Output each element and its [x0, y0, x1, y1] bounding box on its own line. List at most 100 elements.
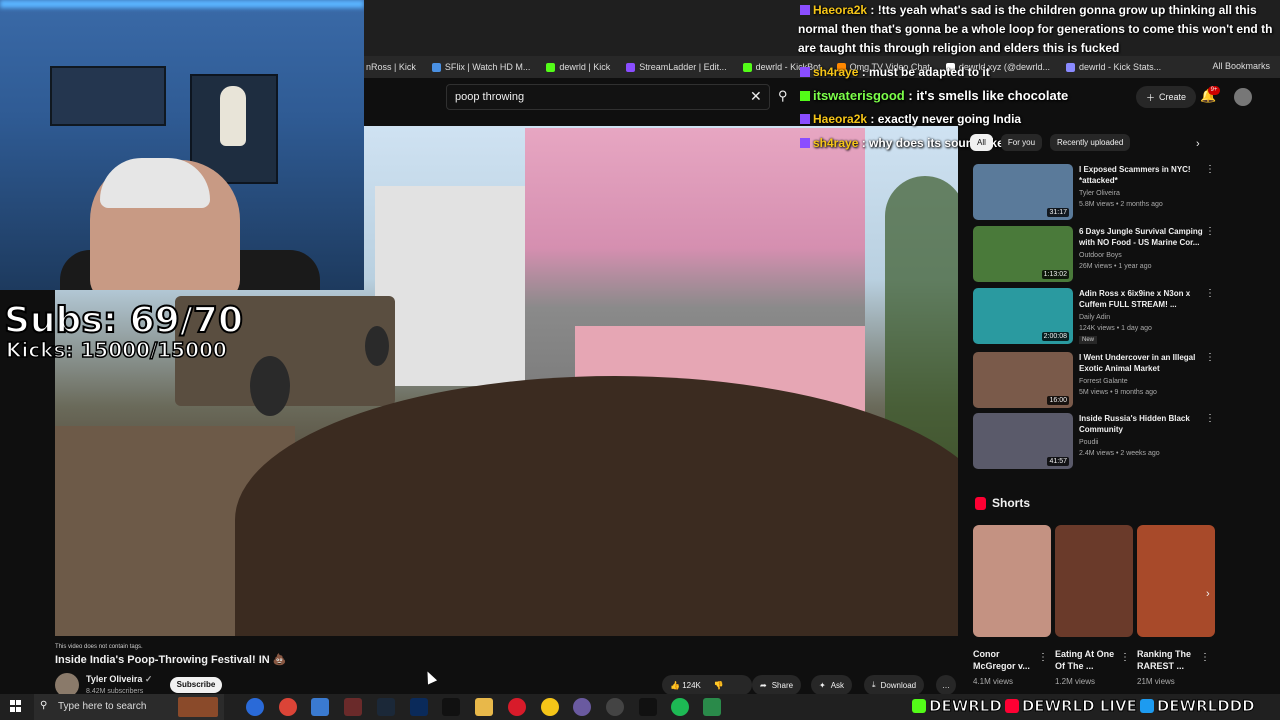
short-title[interactable]: Eating At One Of The ... — [1055, 648, 1119, 672]
create-button[interactable]: ＋ Create — [1136, 86, 1197, 108]
video-scene-wheel — [250, 356, 290, 416]
filter-chips: All For you Recently uploaded — [970, 134, 1131, 151]
obs-icon[interactable] — [573, 698, 591, 716]
chat-message: itswaterisgood : it's smells like chocol… — [800, 88, 1068, 103]
youtube-icon — [1004, 699, 1019, 713]
app-icon[interactable] — [606, 698, 624, 716]
all-bookmarks[interactable]: All Bookmarks — [1212, 61, 1270, 71]
search-input[interactable]: poop throwing — [446, 84, 770, 110]
bookmark-0[interactable]: nRoss | Kick — [366, 62, 416, 72]
chat-badge-icon — [800, 114, 810, 124]
short-title[interactable]: Conor McGregor v... — [973, 648, 1037, 672]
short-thumbnail[interactable] — [1055, 525, 1133, 637]
video-duration: 1:13:02 — [1041, 270, 1069, 279]
kebab-menu-icon[interactable]: ⋮ — [1200, 652, 1210, 663]
recommended-meta: 5.8M views • 2 months ago — [1079, 201, 1163, 208]
search-icon[interactable]: ⚲ — [778, 88, 788, 104]
kick-icon — [546, 62, 556, 72]
like-button[interactable]: 👍 124K — [670, 681, 701, 690]
steam-icon[interactable] — [377, 698, 395, 716]
spotify-icon[interactable] — [671, 698, 689, 716]
short-thumbnail[interactable] — [1137, 525, 1215, 637]
chip-all[interactable]: All — [970, 134, 993, 151]
recommended-video[interactable]: 31:17 I Exposed Scammers in NYC! *attack… — [973, 164, 1215, 224]
no-tags-notice: This video does not contain tags. — [55, 644, 143, 650]
chrome-icon[interactable] — [279, 698, 297, 716]
notification-count-badge: 9+ — [1208, 86, 1220, 95]
windows-start-icon[interactable] — [10, 700, 22, 712]
bookmark-7[interactable]: dewrld - Kick Stats... — [1066, 62, 1161, 72]
bookmark-favicon — [626, 62, 636, 72]
recommended-title: I Exposed Scammers in NYC! *attacked* — [1079, 165, 1191, 185]
streamer-webcam — [0, 0, 364, 290]
app-icon[interactable] — [344, 698, 362, 716]
short-views: 21M views — [1137, 677, 1175, 686]
opera-icon[interactable] — [508, 698, 526, 716]
kebab-menu-icon[interactable]: ⋮ — [1038, 652, 1048, 663]
webcam-led-light — [0, 0, 364, 8]
download-button[interactable]: ⤓ Download — [864, 675, 925, 695]
chat-badge-icon — [800, 67, 810, 77]
sparkle-icon: ✦ — [819, 680, 826, 690]
video-scene-dung-pile — [235, 376, 958, 636]
channel-name[interactable]: Tyler Oliveira ✓ — [86, 674, 152, 685]
recommended-video[interactable]: 2:00:08 Adin Ross x 6ix9ine x N3on x Cuf… — [973, 288, 1215, 348]
chat-badge-icon — [800, 138, 810, 148]
webcam-wall-poster — [50, 66, 166, 126]
recommended-meta: 2.4M views • 2 weeks ago — [1079, 450, 1160, 457]
recommended-video[interactable]: 41:57 Inside Russia's Hidden Black Commu… — [973, 413, 1215, 473]
ask-button[interactable]: ✦ Ask — [811, 675, 853, 695]
subscribe-button[interactable]: Subscribe — [170, 677, 222, 693]
app-icon[interactable] — [541, 698, 559, 716]
chat-message: sh4raye : must be adapted to it — [800, 65, 990, 79]
clear-search-icon[interactable]: ✕ — [750, 88, 762, 105]
chat-badge-icon — [800, 91, 810, 101]
more-actions-button[interactable]: … — [936, 675, 956, 695]
dislike-button[interactable]: 👎 — [714, 681, 724, 690]
like-dislike-group: 👍 124K 👎 — [662, 675, 752, 695]
recommended-title: Inside Russia's Hidden Black Community — [1079, 414, 1190, 434]
webcam-streamer-beanie — [100, 158, 210, 208]
short-thumbnail[interactable] — [973, 525, 1051, 637]
chevron-right-icon[interactable]: › — [1196, 138, 1200, 150]
kebab-menu-icon[interactable]: ⋮ — [1205, 288, 1215, 299]
video-thumbnail: 41:57 — [973, 413, 1073, 469]
folder-icon[interactable] — [475, 698, 493, 716]
thumbs-down-icon: 👎 — [713, 680, 724, 690]
bookmark-3[interactable]: StreamLadder | Edit... — [626, 62, 727, 72]
kick-icon — [912, 699, 926, 713]
recommended-video[interactable]: 16:00 I Went Undercover in an Illegal Ex… — [973, 352, 1215, 412]
chevron-right-icon[interactable]: › — [1206, 588, 1220, 602]
recommended-video[interactable]: 1:13:02 6 Days Jungle Survival Camping w… — [973, 226, 1215, 286]
app-icon[interactable] — [639, 698, 657, 716]
video-thumbnail: 1:13:02 — [973, 226, 1073, 282]
recommended-channel: Poudii — [1079, 439, 1099, 446]
kebab-menu-icon[interactable]: ⋮ — [1120, 652, 1130, 663]
bookmark-2[interactable]: dewrld | Kick — [546, 62, 610, 72]
chip-recently-uploaded[interactable]: Recently uploaded — [1050, 134, 1131, 151]
recommended-meta: 26M views • 1 year ago — [1079, 263, 1152, 270]
news-widget-icon[interactable] — [178, 697, 218, 717]
kebab-menu-icon[interactable]: ⋮ — [1205, 352, 1215, 363]
chrome-icon[interactable] — [246, 698, 264, 716]
recommended-channel: Tyler Oliveira — [1079, 190, 1120, 197]
bookmark-1[interactable]: SFlix | Watch HD M... — [431, 62, 530, 72]
kebab-menu-icon[interactable]: ⋮ — [1205, 413, 1215, 424]
short-views: 4.1M views — [973, 677, 1014, 686]
chat-message: Haeora2k : !tts yeah what's sad is the c… — [800, 3, 1257, 17]
app-icon[interactable] — [703, 698, 721, 716]
kebab-menu-icon[interactable]: ⋮ — [1205, 164, 1215, 175]
photoshop-icon[interactable] — [410, 698, 428, 716]
subs-goal-overlay: Subs: 69/70 — [3, 299, 244, 342]
account-avatar[interactable] — [1234, 88, 1252, 106]
shorts-icon — [975, 496, 986, 510]
kebab-menu-icon[interactable]: ⋮ — [1205, 226, 1215, 237]
video-duration: 16:00 — [1047, 396, 1069, 405]
store-icon[interactable] — [311, 698, 329, 716]
short-title[interactable]: Ranking The RAREST ... — [1137, 648, 1201, 672]
tiktok-icon[interactable] — [442, 698, 460, 716]
chat-message: Haeora2k : exactly never going India — [800, 112, 1021, 126]
chip-for-you[interactable]: For you — [1000, 134, 1043, 151]
share-button[interactable]: ➦ Share — [752, 675, 802, 695]
short-views: 1.2M views — [1055, 677, 1096, 686]
